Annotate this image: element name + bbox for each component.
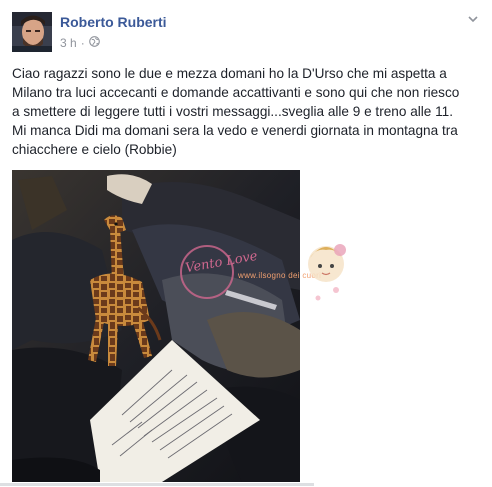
watermark-ring (180, 245, 234, 299)
post-time[interactable]: 3 h (60, 36, 77, 50)
post-divider (0, 483, 314, 486)
chevron-down-icon[interactable] (466, 12, 480, 26)
meta-separator: · (80, 36, 85, 50)
author-name[interactable]: Roberto Ruberti (60, 14, 167, 30)
watermark-character-icon (296, 238, 356, 308)
post-meta: 3 h · (60, 36, 100, 50)
globe-icon[interactable] (88, 36, 100, 50)
avatar[interactable] (12, 12, 52, 52)
post-text: Ciao ragazzi sono le due e mezza domani … (12, 66, 460, 157)
post-photo[interactable] (12, 170, 300, 482)
facebook-post: Roberto Ruberti 3 h · Ciao ragazzi sono … (0, 0, 492, 487)
